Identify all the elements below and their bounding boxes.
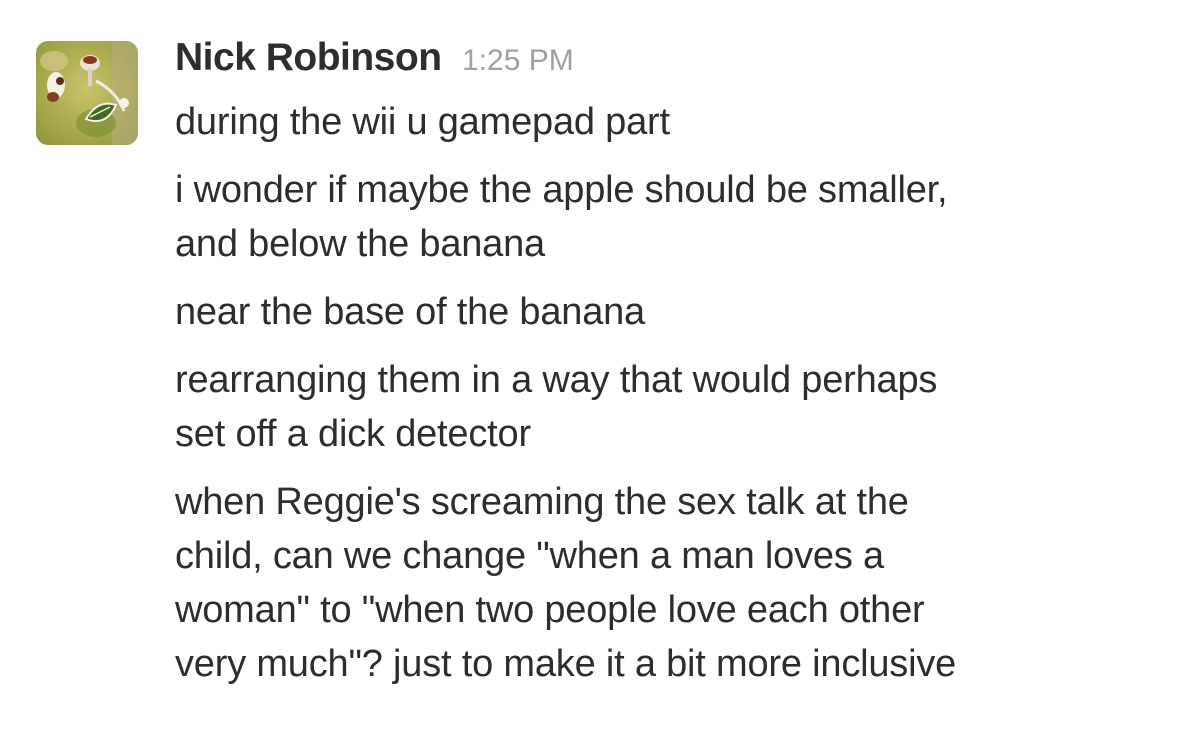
message-line-5: when Reggie's screaming the sex talk at … (175, 481, 957, 685)
message-line-1: during the wii u gamepad part (175, 101, 670, 143)
message-group: Nick Robinson 1:25 PM during the wii u g… (0, 0, 1200, 745)
sender-name[interactable]: Nick Robinson (175, 36, 442, 79)
fruit-avatar-icon (36, 41, 138, 145)
message-timestamp[interactable]: 1:25 PM (462, 44, 574, 77)
message-list: during the wii u gamepad part i wonder i… (175, 95, 1175, 705)
message-line-4: rearranging them in a way that would per… (175, 359, 938, 455)
message-line-3: near the base of the banana (175, 291, 645, 333)
avatar[interactable] (36, 41, 138, 145)
message-header: Nick Robinson 1:25 PM (175, 36, 574, 86)
message-line-2: i wonder if maybe the apple should be sm… (175, 169, 948, 265)
